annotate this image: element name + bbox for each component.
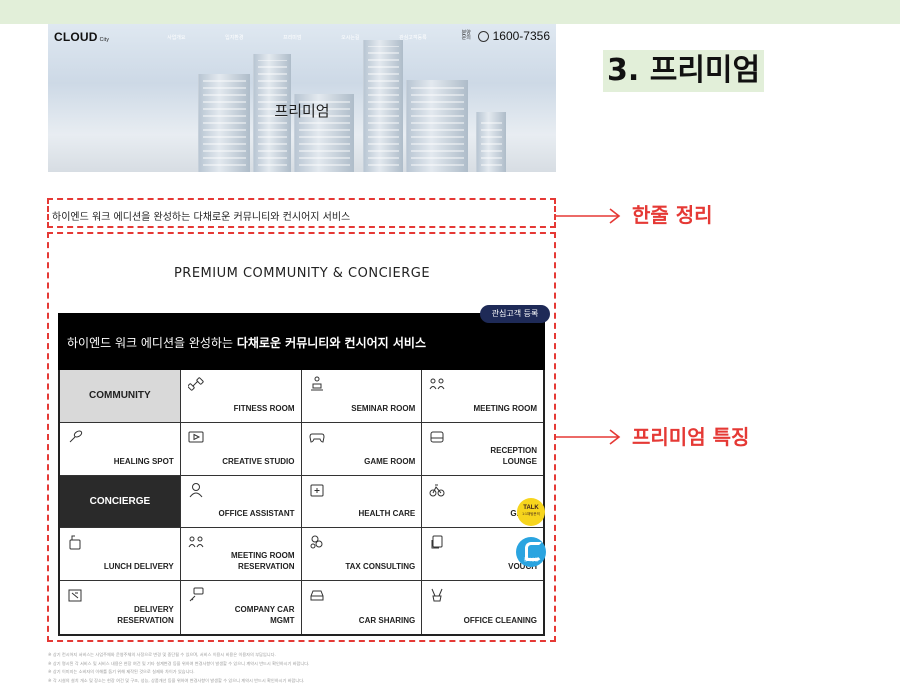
service-grid: COMMUNITY FITNESS ROOM SEMINAR ROOM MEET… (58, 370, 545, 636)
annotation-summary: 한줄 정리 (632, 203, 713, 227)
grid-item: FITNESS ROOM (180, 370, 302, 423)
grid-item: LUNCH DELIVERY (60, 528, 181, 582)
voucher-icon (431, 535, 443, 549)
nav-item[interactable]: 오시는길 (341, 34, 399, 41)
top-highlight-band (0, 0, 900, 24)
hero-banner: CLOUD City 사업개요 입지환경 프리미엄 오시는길 관심고객등록 분양 … (48, 24, 556, 172)
lunchbox-icon (69, 535, 81, 550)
section-heading: PREMIUM COMMUNITY & CONCIERGE (173, 266, 431, 281)
footnotes: ※ 상기 컨시어지 서비스는 사업주체와 운영주체의 사정으로 변경 및 중단될… (48, 651, 568, 685)
grid-item: HEALING SPOT (60, 422, 181, 476)
nav-item[interactable]: 관심고객등록 (399, 34, 457, 41)
building-image (198, 74, 250, 172)
gamepad-icon (308, 433, 325, 443)
site-nav: CLOUD City 사업개요 입지환경 프리미엄 오시는길 관심고객등록 분양 … (48, 24, 556, 50)
footnote: ※ 상기 명시된 각 서비스 및 서비스 내용은 현장 여건 및 기타 설계변경… (48, 660, 310, 666)
footnote: ※ 상기 이미지는 소비자의 이해를 돕기 위해 제작된 것으로 실제와 차이가… (48, 669, 195, 674)
assistant-icon (189, 482, 203, 497)
cloud-city-logo[interactable]: CLOUD City (54, 30, 109, 44)
dumbbell-icon (187, 377, 204, 391)
play-icon (188, 431, 204, 443)
phone-icon (477, 30, 489, 42)
phone-prefix: 분양 문의 (461, 30, 471, 41)
grid-item: CAR SHARING (301, 581, 423, 634)
grid-item: MEETING ROOM RESERVATION (180, 528, 302, 582)
people-icon (429, 378, 445, 390)
medical-icon (310, 484, 323, 497)
hero-title: 프리미엄 (274, 102, 330, 120)
grid-item: OFFICE ASSISTANT (180, 475, 302, 529)
arrow-icon (556, 208, 621, 224)
plant-icon (69, 430, 83, 443)
grid-item: MEETING ROOM (422, 370, 543, 423)
nav-menu: 사업개요 입지환경 프리미엄 오시는길 관심고객등록 (167, 34, 457, 41)
phone-consult-button[interactable]: 전화상담 (516, 537, 546, 567)
grid-item: TAX CONSULTING (301, 528, 423, 582)
arrow-icon (556, 429, 621, 445)
building-image (476, 112, 506, 172)
footnote: ※ 상기 컨시어지 서비스는 사업주체와 운영주체의 사정으로 변경 및 중단될… (48, 652, 276, 657)
community-header: COMMUNITY (60, 370, 181, 423)
grid-item: GAME ROOM (301, 422, 423, 476)
podium-icon (310, 376, 323, 391)
box-icon (68, 589, 82, 602)
grid-item: SEMINAR ROOM (301, 370, 423, 423)
tagline: 하이엔드 워크 에디션을 완성하는 다채로운 커뮤니티와 컨시어지 서비스 (52, 212, 351, 223)
phone-contact[interactable]: 분양 문의 1600-7356 (462, 29, 550, 43)
concierge-header: CONCIERGE (60, 475, 181, 529)
nav-item[interactable]: 프리미엄 (283, 34, 341, 41)
banner-text: 하이엔드 워크 에디션을 완성하는 다채로운 커뮤니티와 컨시어지 서비스 (67, 336, 427, 350)
people-icon (188, 536, 204, 548)
annotation-features: 프리미엄 특징 (632, 425, 750, 449)
building-image (406, 80, 468, 172)
section-banner: 하이엔드 워크 에디션을 완성하는 다채로운 커뮤니티와 컨시어지 서비스 (58, 313, 545, 370)
sofa-icon (430, 431, 444, 443)
annotation-title: 3. 프리미엄 (603, 50, 765, 92)
phone-number: 1600-7356 (492, 29, 550, 43)
grid-item: RECEPTION LOUNGE (422, 422, 543, 476)
grid-item: DELIVERY RESERVATION (60, 581, 181, 634)
grid-item: COMPANY CAR MGMT (180, 581, 302, 634)
grid-item: HEALTH CARE (301, 475, 423, 529)
grid-item: OFFICE CLEANING (422, 581, 543, 634)
cleaning-icon (431, 588, 443, 602)
car-icon (310, 590, 323, 601)
interest-register-button[interactable]: 관심고객 등록 (480, 305, 550, 323)
grid-item: CREATIVE STUDIO (180, 422, 302, 476)
nav-item[interactable]: 사업개요 (167, 34, 225, 41)
bike-icon (429, 484, 445, 497)
coins-icon (310, 535, 322, 549)
car-key-icon (189, 587, 204, 602)
nav-item[interactable]: 입지환경 (225, 34, 283, 41)
kakao-talk-button[interactable]: TALK 1:1채팅문의 (517, 498, 545, 526)
footnote: ※ 각 시설의 설치 개소 및 장소는 현장 여건 및 구조, 성능, 상품개선… (48, 677, 305, 683)
